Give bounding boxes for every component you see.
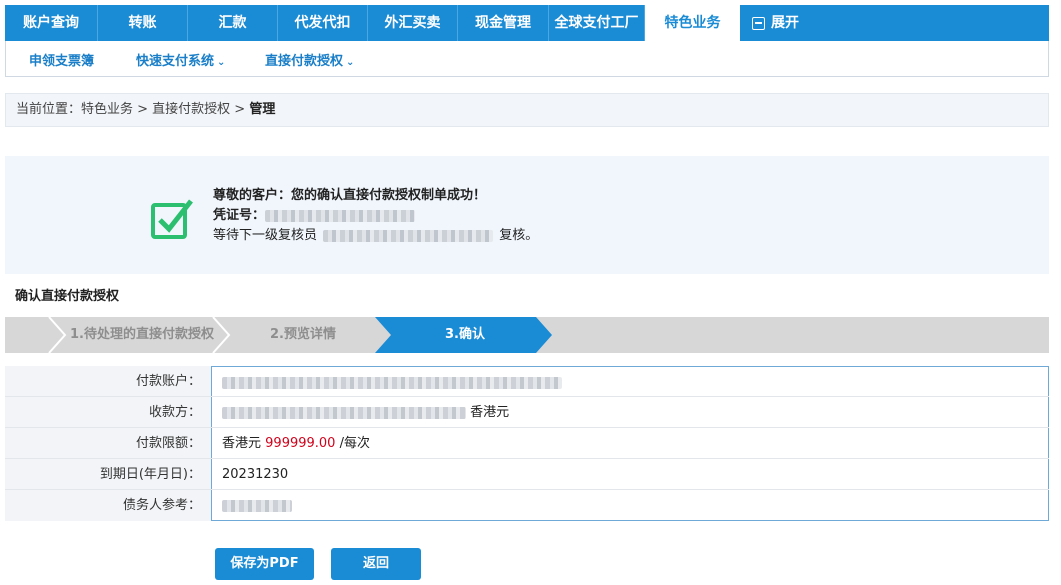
breadcrumb: 当前位置：特色业务 > 直接付款授权 > 管理: [5, 93, 1049, 127]
success-panel: 尊敬的客户：您的确认直接付款授权制单成功！ 凭证号： 等待下一级复核员 复核。: [5, 156, 1049, 274]
tab-forex[interactable]: 外汇买卖: [368, 5, 458, 41]
subnav-item-fps[interactable]: 快速支付系统 ⌄: [136, 50, 225, 69]
limit-amount: 999999.00: [265, 436, 336, 451]
expand-button[interactable]: 展开: [740, 5, 830, 41]
payer-account-redacted: [222, 376, 562, 389]
payee-value: 香港元: [211, 397, 1049, 427]
limit-value: 香港元 999999.00 /每次: [211, 428, 1049, 458]
payer-account-value: [211, 366, 1049, 396]
waiting-line: 等待下一级复核员 复核。: [213, 226, 538, 246]
limit-label: 付款限额：: [5, 428, 211, 458]
form-row-expiry: 到期日(年月日)： 20231230: [5, 459, 1049, 490]
payee-label: 收款方：: [5, 397, 211, 427]
back-button[interactable]: 返回: [331, 548, 421, 580]
tab-cash-management[interactable]: 现金管理: [458, 5, 549, 41]
payee-redacted: [222, 406, 466, 419]
tab-global-payment[interactable]: 全球支付工厂: [549, 5, 645, 41]
debtor-ref-label: 债务人参考：: [5, 490, 211, 521]
expand-label: 展开: [771, 15, 799, 31]
sub-nav: 申领支票簿 快速支付系统 ⌄ 直接付款授权 ⌄: [5, 41, 1049, 77]
success-title: 尊敬的客户：您的确认直接付款授权制单成功！: [213, 188, 487, 203]
waiting-suffix: 复核。: [499, 228, 539, 243]
confirm-form: 付款账户： 收款方： 香港元 付款限额： 香港元 999999.00 /每次 到…: [5, 366, 1049, 521]
check-box-icon: [151, 199, 193, 239]
breadcrumb-current: 管理: [249, 102, 276, 117]
limit-unit: /每次: [339, 436, 370, 451]
step-separator-1: [48, 317, 67, 353]
tab-transfer[interactable]: 转账: [98, 5, 188, 41]
reviewer-redacted: [323, 229, 494, 242]
tab-account-query[interactable]: 账户查询: [5, 5, 98, 41]
top-nav: 账户查询 转账 汇款 代发代扣 外汇买卖 现金管理 全球支付工厂 特色业务 展开: [5, 5, 1049, 41]
save-pdf-button[interactable]: 保存为PDF: [215, 548, 314, 580]
collapse-box-icon: [752, 16, 765, 30]
voucher-line: 凭证号：: [213, 206, 538, 226]
tab-remittance[interactable]: 汇款: [188, 5, 278, 41]
section-title: 确认直接付款授权: [15, 289, 120, 304]
step-3-label: 3.确认: [445, 327, 485, 342]
debtor-ref-value: [211, 490, 1049, 521]
progress-steps: 1.待处理的直接付款授权 2.预览详情 3.确认: [5, 317, 1049, 353]
subnav-item-cheque-book[interactable]: 申领支票簿: [29, 50, 94, 69]
chevron-down-icon: ⌄: [346, 57, 355, 68]
expiry-label: 到期日(年月日)：: [5, 459, 211, 489]
step-separator-2: [212, 317, 231, 353]
chevron-down-icon: ⌄: [217, 57, 226, 68]
tab-special-business[interactable]: 特色业务: [645, 5, 740, 41]
debtor-ref-redacted: [222, 499, 292, 512]
form-row-payer-account: 付款账户：: [5, 366, 1049, 397]
voucher-label: 凭证号：: [213, 208, 266, 223]
payer-account-label: 付款账户：: [5, 366, 211, 396]
payee-currency: 香港元: [470, 405, 510, 420]
waiting-prefix: 等待下一级复核员: [213, 228, 318, 243]
expiry-value: 20231230: [211, 459, 1049, 489]
step-2-label: 2.预览详情: [270, 327, 336, 342]
form-row-debtor-ref: 债务人参考：: [5, 490, 1049, 521]
limit-currency: 香港元: [222, 436, 262, 451]
success-message: 尊敬的客户：您的确认直接付款授权制单成功！ 凭证号： 等待下一级复核员 复核。: [213, 186, 538, 246]
breadcrumb-path: 当前位置：特色业务 > 直接付款授权 >: [16, 102, 250, 117]
form-row-limit: 付款限额： 香港元 999999.00 /每次: [5, 428, 1049, 459]
form-row-payee: 收款方： 香港元: [5, 397, 1049, 428]
subnav-item-direct-debit[interactable]: 直接付款授权 ⌄: [265, 50, 354, 69]
voucher-number-redacted: [265, 209, 416, 222]
step-1-label: 1.待处理的直接付款授权: [70, 327, 214, 342]
tab-payroll[interactable]: 代发代扣: [278, 5, 368, 41]
